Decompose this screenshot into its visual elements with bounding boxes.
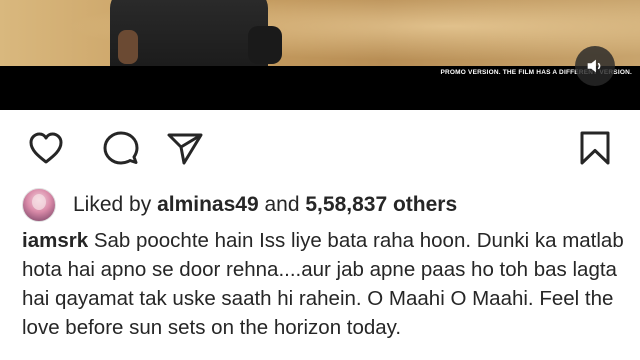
likes-and: and: [264, 193, 300, 216]
likes-row[interactable]: Liked by alminas49 and 5,58,837 others: [22, 188, 457, 222]
video-frame[interactable]: [0, 0, 640, 66]
likes-summary[interactable]: Liked by alminas49 and 5,58,837 others: [73, 193, 457, 217]
likes-count[interactable]: 5,58,837 others: [305, 193, 457, 216]
sound-toggle-button[interactable]: [575, 46, 615, 86]
post-media[interactable]: [0, 0, 640, 110]
bookmark-icon: [580, 131, 610, 165]
like-button[interactable]: [26, 128, 66, 168]
comment-icon: [103, 131, 139, 165]
speaker-muted-icon: [587, 59, 601, 73]
caption-text: Sab poochte hain Iss liye bata raha hoon…: [22, 229, 624, 339]
liker-username[interactable]: alminas49: [157, 193, 259, 216]
send-icon: [167, 133, 203, 165]
share-button[interactable]: [165, 128, 205, 168]
post-caption: iamsrk Sab poochte hain Iss liye bata ra…: [22, 226, 636, 342]
comment-button[interactable]: [101, 128, 141, 168]
heart-icon: [29, 132, 63, 164]
likes-prefix: Liked by: [73, 193, 152, 216]
liker-avatar[interactable]: [22, 188, 56, 222]
caption-username[interactable]: iamsrk: [22, 229, 88, 252]
save-button[interactable]: [575, 128, 615, 168]
